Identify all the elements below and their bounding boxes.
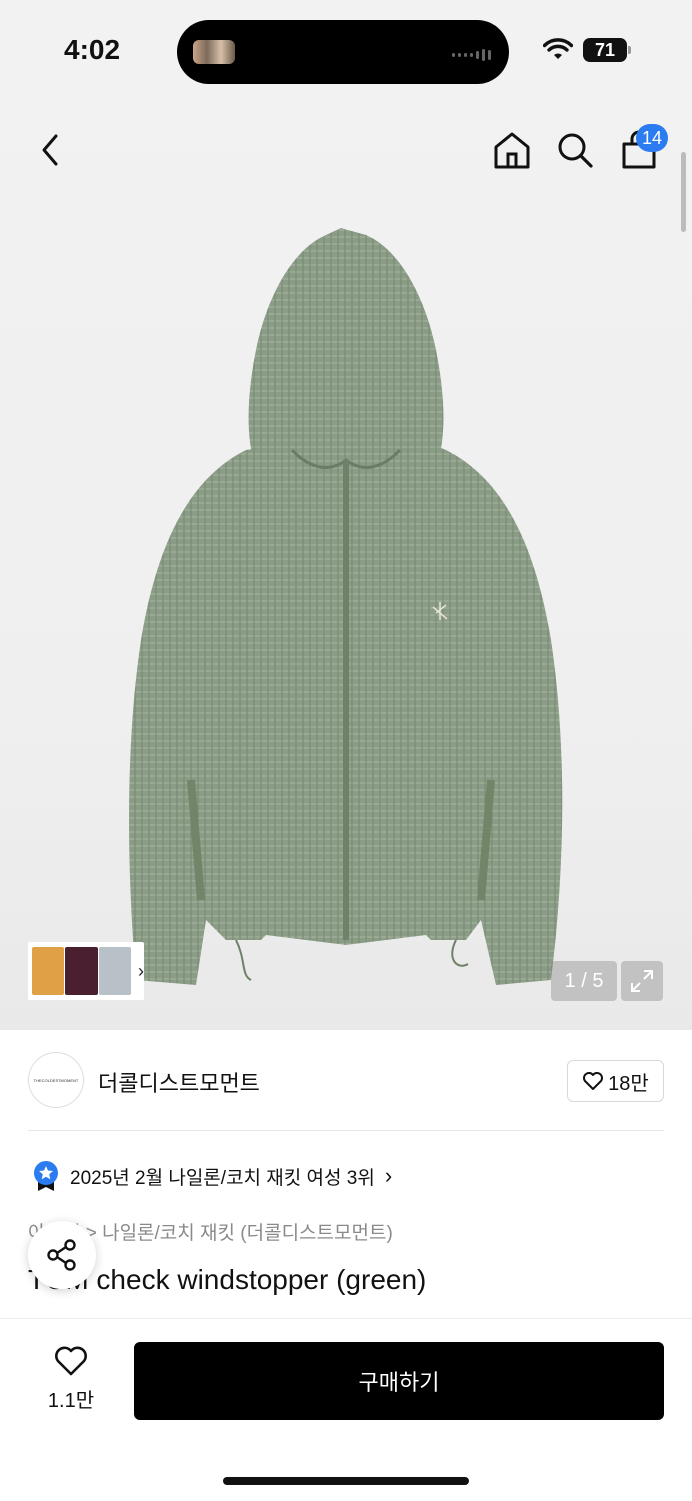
wishlist-button[interactable]: 1.1만 [36,1345,106,1413]
cart-count-badge: 14 [636,124,668,152]
dynamic-island [177,20,509,84]
now-playing-thumbnail [193,40,235,64]
search-button[interactable] [549,124,601,176]
brand-name[interactable]: 더콜디스트모먼트 [98,1066,260,1098]
battery-indicator: 71 [583,38,631,62]
variant-thumb-burgundy[interactable] [65,947,98,995]
expand-button[interactable] [621,961,663,1001]
wishlist-count: 1.1만 [47,1390,95,1412]
bottom-action-bar: 1.1만 구매하기 [0,1318,692,1501]
chevron-left-icon [42,134,58,166]
heart-icon [583,1072,604,1090]
share-icon [47,1239,76,1271]
scrollbar[interactable] [681,152,686,232]
brand-like-count: 18만 [608,1072,649,1095]
divider [28,1130,664,1131]
image-counter: 1 / 5 [551,961,617,1001]
home-button[interactable] [486,124,538,176]
buy-button[interactable]: 구매하기 [134,1342,664,1420]
ranking-badge-icon [34,1161,58,1191]
variant-thumb-orange[interactable] [32,947,65,995]
back-button[interactable] [24,124,76,176]
heart-icon [55,1346,87,1376]
share-button[interactable] [28,1221,96,1289]
brand-like-button[interactable]: 18만 [567,1060,664,1102]
home-indicator [223,1477,469,1485]
product-gallery[interactable]: 4:02 71 14 › 1 / 5 [0,0,692,1030]
status-bar: 4:02 71 [0,0,692,100]
variant-thumb-gray[interactable] [98,947,131,995]
status-time: 4:02 [64,34,121,65]
audio-bars-icon [452,49,491,61]
wifi-icon [543,38,573,59]
chevron-right-icon: › [384,1163,393,1188]
home-icon [494,132,530,169]
expand-icon [631,970,653,992]
product-image [129,228,563,985]
color-variants-thumbnails[interactable]: › [28,942,144,1000]
brand-row[interactable]: THECOLDESTMOMENT 더콜디스트모먼트 18만 [28,1052,664,1110]
brand-logo[interactable]: THECOLDESTMOMENT [28,1052,84,1108]
chevron-right-icon: › [137,960,144,981]
search-icon [558,133,593,168]
ranking-text: 2025년 2월 나일론/코치 재킷 여성 3위 [70,1167,375,1189]
ranking-link[interactable]: 2025년 2월 나일론/코치 재킷 여성 3위 › [32,1160,392,1192]
